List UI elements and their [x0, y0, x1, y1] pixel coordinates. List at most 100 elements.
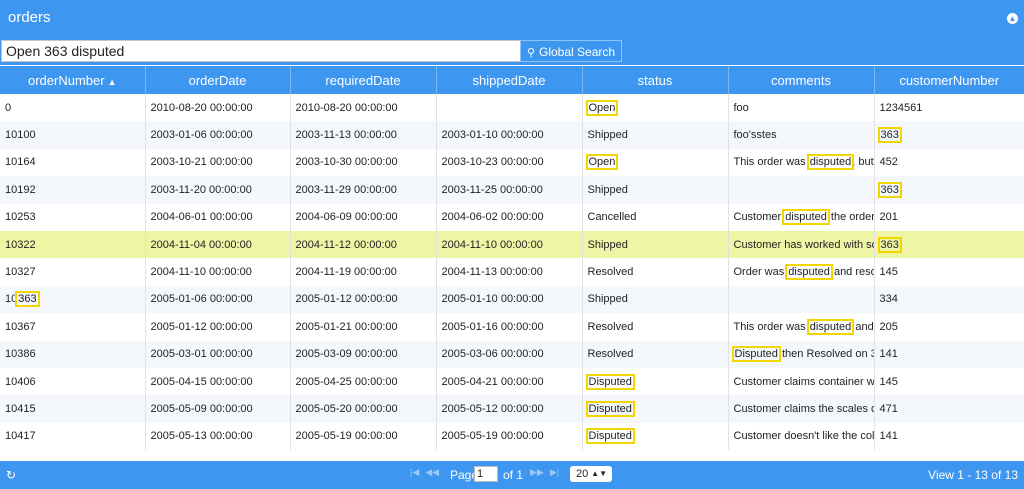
- table-row[interactable]: 10327 2004-11-10 00:00:00 2004-11-19 00:00…: [0, 258, 1024, 286]
- cell-shipped-date[interactable]: 2003-01-10 00:00:00: [436, 121, 583, 149]
- cell-order-number[interactable]: 10386: [0, 340, 146, 368]
- cell-comments[interactable]: This order was disputed, but: [728, 148, 875, 177]
- cell-status[interactable]: Disputed: [582, 395, 729, 423]
- cell-customer-number[interactable]: 1234561: [874, 94, 1024, 121]
- cell-shipped-date[interactable]: 2004-11-10 00:00:00: [436, 230, 583, 259]
- cell-required-date[interactable]: 2004-11-19 00:00:00: [290, 258, 437, 286]
- table-row[interactable]: 10415 2005-05-09 00:00:00 2005-05-20 00:00…: [0, 395, 1024, 423]
- cell-comments[interactable]: Disputed then Resolved on 3/: [728, 340, 875, 368]
- cell-required-date[interactable]: 2005-03-09 00:00:00: [290, 340, 437, 368]
- cell-status[interactable]: Disputed: [582, 422, 729, 451]
- cell-comments[interactable]: Customer doesn't like the col: [728, 422, 875, 451]
- cell-order-number[interactable]: 10363: [0, 285, 146, 314]
- cell-status[interactable]: Resolved: [582, 313, 729, 341]
- page-number-input[interactable]: [474, 466, 498, 482]
- cell-order-date[interactable]: 2004-11-04 00:00:00: [145, 230, 291, 259]
- cell-status[interactable]: Resolved: [582, 340, 729, 368]
- cell-order-date[interactable]: 2005-03-01 00:00:00: [145, 340, 291, 368]
- column-header-orderDate[interactable]: orderDate: [145, 66, 291, 94]
- table-row[interactable]: 10192 2003-11-20 00:00:00 2003-11-29 00:00…: [0, 176, 1024, 204]
- table-row[interactable]: 10367 2005-01-12 00:00:00 2005-01-21 00:00…: [0, 313, 1024, 341]
- cell-customer-number[interactable]: 334: [874, 285, 1024, 314]
- prev-page-icon[interactable]: ◀◀: [425, 467, 439, 478]
- page-size-select[interactable]: 20 ▲▼: [570, 466, 612, 482]
- refresh-icon[interactable]: ↻: [6, 468, 16, 482]
- cell-customer-number[interactable]: 141: [874, 340, 1024, 368]
- cell-comments[interactable]: Customer disputed the order: [728, 203, 875, 231]
- cell-comments[interactable]: Customer has worked with so: [728, 230, 875, 259]
- cell-comments[interactable]: Order was disputed and reso: [728, 258, 875, 286]
- cell-shipped-date[interactable]: 2004-06-02 00:00:00: [436, 203, 583, 231]
- cell-required-date[interactable]: 2004-06-09 00:00:00: [290, 203, 437, 231]
- cell-comments[interactable]: foo: [728, 94, 875, 122]
- cell-comments[interactable]: Customer claims container w: [728, 367, 875, 396]
- cell-order-date[interactable]: 2005-01-12 00:00:00: [145, 313, 291, 341]
- cell-order-number[interactable]: 10367: [0, 313, 146, 341]
- cell-order-date[interactable]: 2005-05-13 00:00:00: [145, 422, 291, 451]
- table-row[interactable]: 10417 2005-05-13 00:00:00 2005-05-19 00:00…: [0, 422, 1024, 451]
- cell-shipped-date[interactable]: 2005-05-19 00:00:00: [436, 422, 583, 451]
- cell-order-date[interactable]: 2004-11-10 00:00:00: [145, 258, 291, 286]
- cell-required-date[interactable]: 2010-08-20 00:00:00: [290, 94, 437, 122]
- cell-customer-number[interactable]: 141: [874, 423, 1024, 450]
- cell-order-date[interactable]: 2010-08-20 00:00:00: [145, 94, 291, 122]
- column-header-requiredDate[interactable]: requiredDate: [290, 66, 437, 94]
- cell-shipped-date[interactable]: [436, 94, 583, 122]
- cell-order-date[interactable]: 2004-06-01 00:00:00: [145, 203, 291, 231]
- cell-order-number[interactable]: 10415: [0, 395, 146, 423]
- cell-order-number[interactable]: 10322: [0, 230, 146, 259]
- table-row[interactable]: 10100 2003-01-06 00:00:00 2003-11-13 00:00…: [0, 121, 1024, 149]
- table-row[interactable]: 10363 2005-01-06 00:00:00 2005-01-12 00:00…: [0, 285, 1024, 314]
- column-header-orderNumber[interactable]: orderNumber ▲: [0, 66, 146, 94]
- cell-order-number[interactable]: 10164: [0, 148, 146, 177]
- table-row[interactable]: 10322 2004-11-04 00:00:00 2004-11-12 00:00…: [0, 230, 1024, 259]
- cell-order-number[interactable]: 10327: [0, 258, 146, 286]
- cell-shipped-date[interactable]: 2005-05-12 00:00:00: [436, 395, 583, 423]
- cell-customer-number[interactable]: 471: [874, 395, 1024, 423]
- cell-shipped-date[interactable]: 2003-11-25 00:00:00: [436, 176, 583, 204]
- cell-shipped-date[interactable]: 2005-01-10 00:00:00: [436, 285, 583, 314]
- table-row[interactable]: 10253 2004-06-01 00:00:00 2004-06-09 00:00…: [0, 203, 1024, 231]
- cell-required-date[interactable]: 2005-01-12 00:00:00: [290, 285, 437, 314]
- cell-customer-number[interactable]: 201: [874, 204, 1024, 231]
- search-input[interactable]: [1, 40, 521, 62]
- cell-required-date[interactable]: 2005-05-19 00:00:00: [290, 422, 437, 451]
- cell-status[interactable]: Shipped: [582, 230, 729, 259]
- cell-required-date[interactable]: 2005-01-21 00:00:00: [290, 313, 437, 341]
- cell-shipped-date[interactable]: 2005-04-21 00:00:00: [436, 367, 583, 396]
- cell-order-number[interactable]: 10100: [0, 121, 146, 149]
- cell-required-date[interactable]: 2005-05-20 00:00:00: [290, 395, 437, 423]
- cell-order-date[interactable]: 2003-10-21 00:00:00: [145, 148, 291, 177]
- cell-status[interactable]: Cancelled: [582, 203, 729, 231]
- table-row[interactable]: 10406 2005-04-15 00:00:00 2005-04-25 00:00…: [0, 367, 1024, 396]
- cell-status[interactable]: Shipped: [582, 285, 729, 314]
- table-row[interactable]: 0 2010-08-20 00:00:00 2010-08-20 00:00:00 O…: [0, 94, 1024, 122]
- cell-order-date[interactable]: 2005-04-15 00:00:00: [145, 367, 291, 396]
- cell-customer-number[interactable]: 363: [874, 176, 1024, 204]
- global-search-button[interactable]: ⚲ Global Search: [520, 40, 622, 62]
- collapse-icon[interactable]: ▲: [1007, 13, 1018, 24]
- cell-order-date[interactable]: 2005-05-09 00:00:00: [145, 395, 291, 423]
- cell-required-date[interactable]: 2005-04-25 00:00:00: [290, 367, 437, 396]
- cell-shipped-date[interactable]: 2004-11-13 00:00:00: [436, 258, 583, 286]
- column-header-customerNumber[interactable]: customerNumber: [874, 66, 1024, 94]
- cell-customer-number[interactable]: 363: [874, 230, 1024, 259]
- last-page-icon[interactable]: ▶|: [550, 467, 559, 478]
- next-page-icon[interactable]: ▶▶: [530, 467, 544, 478]
- cell-status[interactable]: Disputed: [582, 367, 729, 396]
- cell-order-number[interactable]: 10417: [0, 422, 146, 451]
- cell-comments[interactable]: [728, 285, 875, 314]
- table-row[interactable]: 10386 2005-03-01 00:00:00 2005-03-09 00:00…: [0, 340, 1024, 368]
- cell-status[interactable]: Resolved: [582, 258, 729, 286]
- cell-required-date[interactable]: 2003-11-29 00:00:00: [290, 176, 437, 204]
- cell-order-date[interactable]: 2005-01-06 00:00:00: [145, 285, 291, 314]
- cell-customer-number[interactable]: 452: [874, 149, 1024, 176]
- column-header-status[interactable]: status: [582, 66, 729, 94]
- cell-required-date[interactable]: 2003-11-13 00:00:00: [290, 121, 437, 149]
- column-header-shippedDate[interactable]: shippedDate: [436, 66, 583, 94]
- cell-customer-number[interactable]: 205: [874, 313, 1024, 340]
- cell-order-number[interactable]: 10192: [0, 176, 146, 204]
- cell-status[interactable]: Open: [582, 94, 729, 122]
- cell-order-number[interactable]: 10406: [0, 367, 146, 396]
- cell-shipped-date[interactable]: 2003-10-23 00:00:00: [436, 148, 583, 177]
